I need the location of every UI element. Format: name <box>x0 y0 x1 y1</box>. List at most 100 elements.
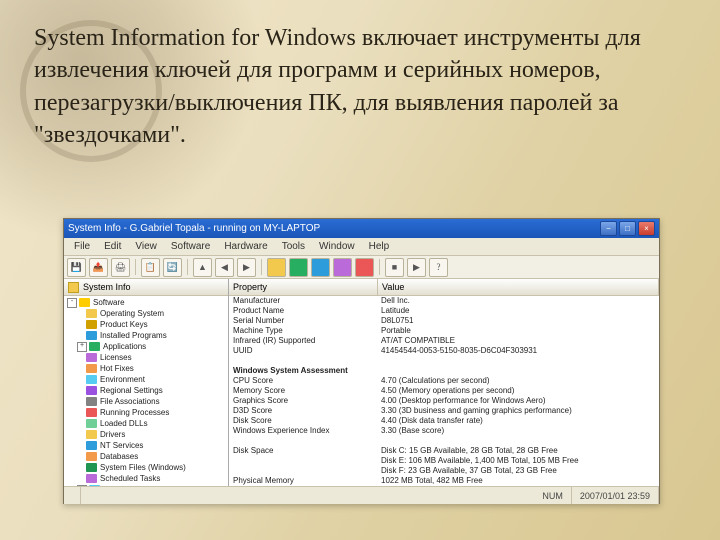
list-row[interactable]: Machine TypePortable <box>229 326 659 336</box>
tree-item-label: Hot Fixes <box>100 364 134 373</box>
cell-value: Latitude <box>377 306 659 316</box>
toolbar-app2-icon[interactable] <box>289 258 308 277</box>
titlebar: System Info - G.Gabriel Topala - running… <box>64 219 659 238</box>
tree-item[interactable]: File Associations <box>64 396 228 407</box>
tree-item-icon <box>89 342 100 351</box>
list-row[interactable] <box>229 436 659 446</box>
col-value[interactable]: Value <box>378 279 659 295</box>
tree-item[interactable]: Running Processes <box>64 407 228 418</box>
tree-item[interactable]: Loaded DLLs <box>64 418 228 429</box>
cell-value: 3.30 (3D business and gaming graphics pe… <box>377 406 659 416</box>
list-row[interactable]: Disk E: 106 MB Available, 1,400 MB Total… <box>229 456 659 466</box>
cell-value: 4.50 (Memory operations per second) <box>377 386 659 396</box>
list-row[interactable]: Physical Memory1022 MB Total, 482 MB Fre… <box>229 476 659 486</box>
tree-item[interactable]: Product Keys <box>64 319 228 330</box>
tree-item[interactable]: +Applications <box>64 341 228 352</box>
menu-window[interactable]: Window <box>312 241 362 252</box>
menu-file[interactable]: File <box>67 241 97 252</box>
maximize-button[interactable]: □ <box>619 221 636 236</box>
tree-item-icon <box>86 397 97 406</box>
col-property[interactable]: Property <box>229 279 378 295</box>
list-row[interactable]: Infrared (IR) SupportedAT/AT COMPATIBLE <box>229 336 659 346</box>
toolbar-app4-icon[interactable] <box>333 258 352 277</box>
list-row[interactable]: Disk Score4.40 (Disk data transfer rate) <box>229 416 659 426</box>
list-row[interactable]: Memory Score4.50 (Memory operations per … <box>229 386 659 396</box>
tree-item[interactable]: Licenses <box>64 352 228 363</box>
toolbar-app3-icon[interactable] <box>311 258 330 277</box>
tree-item[interactable]: Drivers <box>64 429 228 440</box>
tree-item-label: Software <box>93 298 125 307</box>
list-row[interactable]: D3D Score3.30 (3D business and gaming gr… <box>229 406 659 416</box>
minimize-button[interactable]: − <box>600 221 617 236</box>
tree-item[interactable]: System Files (Windows) <box>64 462 228 473</box>
tree-item[interactable]: +Startup <box>64 484 228 486</box>
tree-item-icon <box>89 485 100 486</box>
toolbar-print-icon[interactable]: 🖨 <box>111 258 130 277</box>
menu-tools[interactable]: Tools <box>275 241 312 252</box>
tree-item[interactable]: - Software <box>64 297 228 308</box>
tree-item-label: Databases <box>100 452 138 461</box>
toolbar-stop-icon[interactable]: ■ <box>385 258 404 277</box>
list-row[interactable]: Windows System Assessment <box>229 366 659 376</box>
cell-property: Machine Type <box>229 326 377 336</box>
cell-value: 4.40 (Disk data transfer rate) <box>377 416 659 426</box>
tree-item-label: Regional Settings <box>100 386 163 395</box>
list-row[interactable]: CPU Score4.70 (Calculations per second) <box>229 376 659 386</box>
toolbar-help-icon[interactable]: ? <box>429 258 448 277</box>
expand-icon[interactable]: + <box>77 485 87 487</box>
list-row[interactable]: Disk SpaceDisk C: 15 GB Available, 28 GB… <box>229 446 659 456</box>
toolbar-run-icon[interactable]: ▶ <box>407 258 426 277</box>
toolbar-separator <box>135 259 136 275</box>
close-button[interactable]: × <box>638 221 655 236</box>
cell-property: Graphics Score <box>229 396 377 406</box>
toolbar-refresh-icon[interactable]: 🔄 <box>163 258 182 277</box>
list-row[interactable] <box>229 356 659 366</box>
list-row[interactable]: ManufacturerDell Inc. <box>229 296 659 306</box>
tree-item-icon <box>86 309 97 318</box>
tree-item-icon <box>86 364 97 373</box>
statusbar: NUM 2007/01/01 23:59 <box>64 486 659 504</box>
tree-panel: System Info - SoftwareOperating SystemPro… <box>64 279 229 486</box>
list-row[interactable]: UUID41454544-0053-5150-8035-D6C04F303931 <box>229 346 659 356</box>
tree-item[interactable]: Environment <box>64 374 228 385</box>
list-row[interactable]: Graphics Score4.00 (Desktop performance … <box>229 396 659 406</box>
menu-edit[interactable]: Edit <box>97 241 128 252</box>
cell-property <box>229 456 377 466</box>
menu-hardware[interactable]: Hardware <box>217 241 274 252</box>
toolbar-copy-icon[interactable]: 📋 <box>141 258 160 277</box>
cell-value: 1022 MB Total, 482 MB Free <box>377 476 659 486</box>
toolbar-save-icon[interactable]: 💾 <box>67 258 86 277</box>
expand-icon[interactable]: + <box>77 342 87 352</box>
tree-item[interactable]: Scheduled Tasks <box>64 473 228 484</box>
tree-header: System Info <box>64 279 228 296</box>
toolbar-app1-icon[interactable] <box>267 258 286 277</box>
tree-item-label: Installed Programs <box>100 331 167 340</box>
cell-value: D8L0751 <box>377 316 659 326</box>
tree-item[interactable]: Installed Programs <box>64 330 228 341</box>
expand-icon[interactable]: - <box>67 298 77 308</box>
list-row[interactable]: Product NameLatitude <box>229 306 659 316</box>
tree-item-icon <box>86 408 97 417</box>
list-row[interactable]: Serial NumberD8L0751 <box>229 316 659 326</box>
cell-value <box>377 356 659 366</box>
tree-item[interactable]: Databases <box>64 451 228 462</box>
toolbar-up-icon[interactable]: ▲ <box>193 258 212 277</box>
tree-item[interactable]: Hot Fixes <box>64 363 228 374</box>
toolbar-back-icon[interactable]: ◀ <box>215 258 234 277</box>
tree-item[interactable]: Operating System <box>64 308 228 319</box>
toolbar-fwd-icon[interactable]: ▶ <box>237 258 256 277</box>
tree-item[interactable]: Regional Settings <box>64 385 228 396</box>
list-header: Property Value <box>229 279 659 296</box>
list-row[interactable]: Disk F: 23 GB Available, 37 GB Total, 23… <box>229 466 659 476</box>
menu-view[interactable]: View <box>128 241 164 252</box>
cell-property: Windows System Assessment <box>229 366 377 376</box>
menu-help[interactable]: Help <box>362 241 397 252</box>
cell-value: AT/AT COMPATIBLE <box>377 336 659 346</box>
toolbar-export-icon[interactable]: 📤 <box>89 258 108 277</box>
cell-property: CPU Score <box>229 376 377 386</box>
tree-item[interactable]: NT Services <box>64 440 228 451</box>
toolbar-app5-icon[interactable] <box>355 258 374 277</box>
menu-software[interactable]: Software <box>164 241 217 252</box>
status-left <box>64 487 81 504</box>
list-row[interactable]: Windows Experience Index3.30 (Base score… <box>229 426 659 436</box>
